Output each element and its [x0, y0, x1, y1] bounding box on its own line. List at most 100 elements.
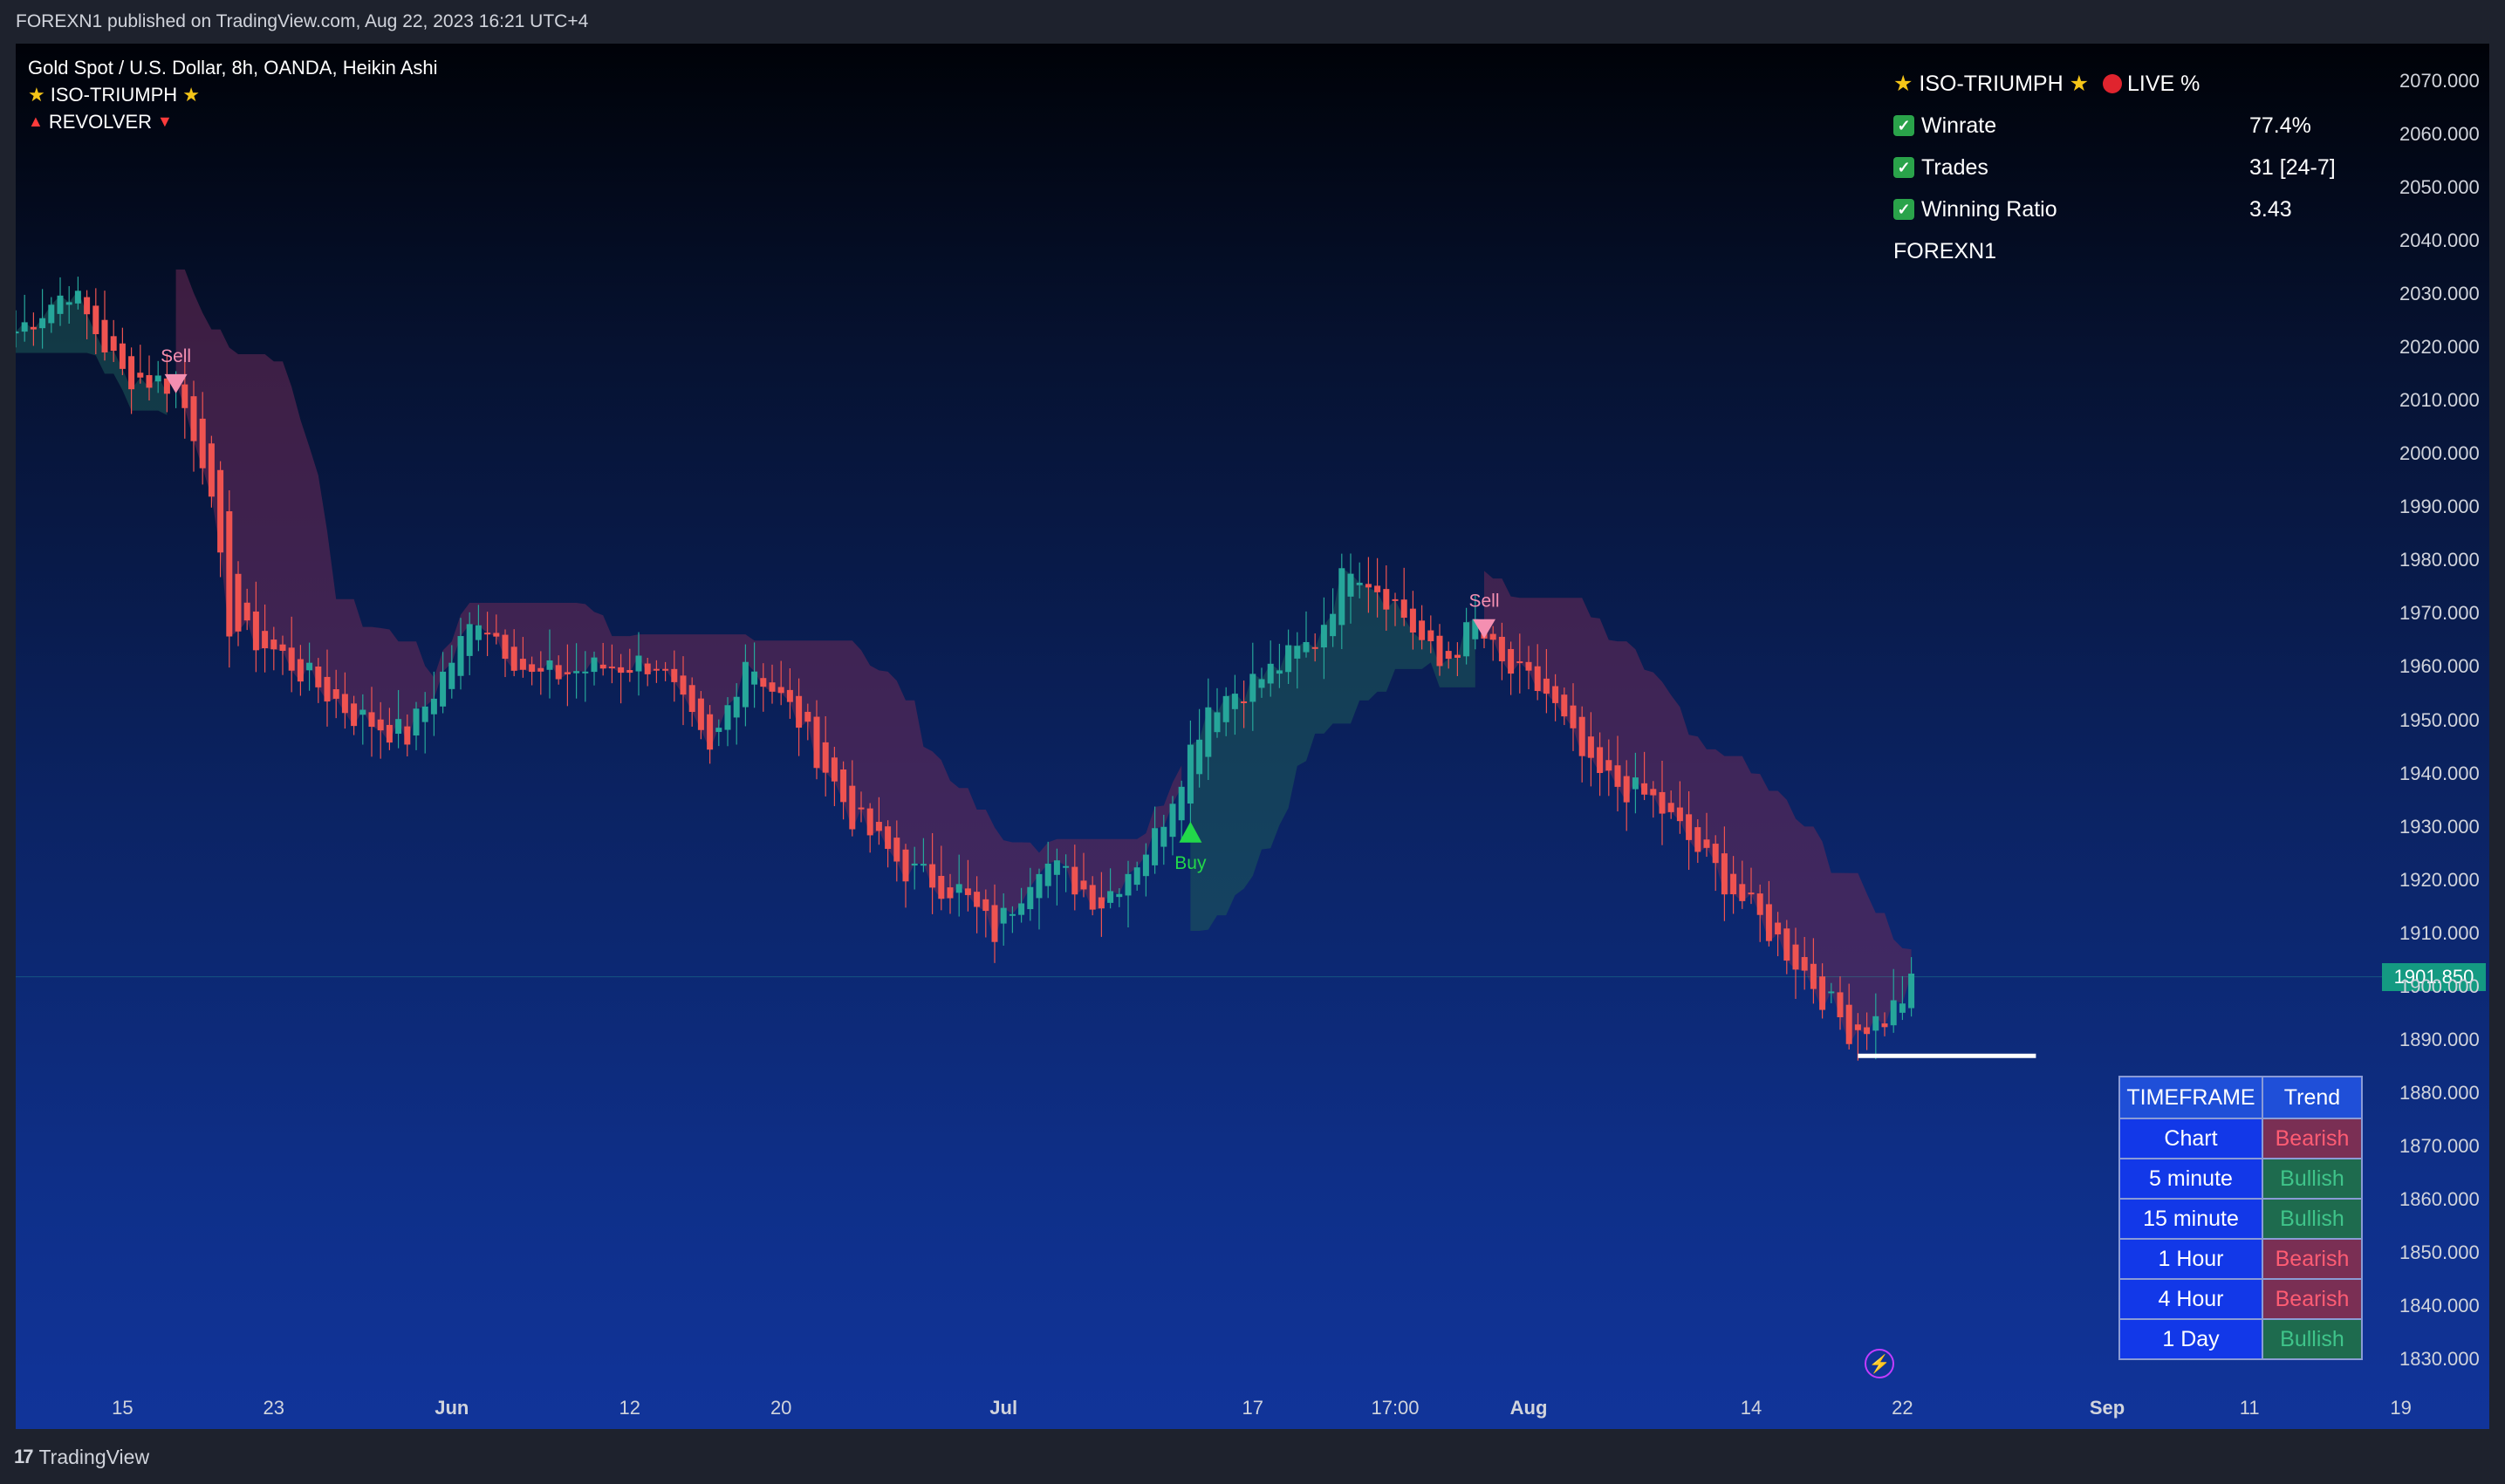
candle-body	[618, 667, 625, 674]
candle-body	[831, 757, 838, 782]
candle-body	[751, 671, 758, 685]
candle-body	[1587, 736, 1594, 758]
brand-name[interactable]: TradingView	[38, 1446, 149, 1469]
candle-body	[1489, 633, 1496, 640]
stats-row: ✓ Trades 31 [24-7]	[1893, 147, 2336, 188]
candle-body	[395, 719, 402, 735]
candle-body	[243, 602, 250, 621]
candle-body	[1552, 686, 1559, 703]
price-tick-label: 2000.000	[2399, 442, 2480, 465]
candle-body	[181, 384, 188, 408]
candle-body	[39, 318, 46, 329]
candle-body	[502, 634, 509, 660]
candle-body	[1009, 913, 1016, 916]
candle-body	[724, 705, 731, 730]
candle-body	[1498, 636, 1505, 661]
price-tick-label: 1870.000	[2399, 1135, 2480, 1158]
candle-body	[457, 636, 464, 676]
candle-body	[564, 672, 571, 674]
table-row: Chart Bearish	[2118, 1118, 2363, 1159]
time-tick-label: 17:00	[1371, 1397, 1420, 1419]
candle-body	[226, 511, 233, 637]
price-tick-label: 1980.000	[2399, 549, 2480, 571]
candle-body	[1721, 853, 1728, 895]
candle-body	[1641, 783, 1648, 795]
table-row: 1 Hour Bearish	[2118, 1238, 2363, 1280]
candle-body	[964, 888, 971, 895]
time-tick-label: 15	[112, 1397, 133, 1419]
time-tick-label: Jun	[435, 1397, 469, 1419]
candle-body	[1152, 828, 1159, 865]
candle-body	[1142, 854, 1149, 877]
lightning-icon[interactable]: ⚡	[1865, 1349, 1894, 1378]
candle-body	[1347, 573, 1354, 597]
candle-body	[1303, 641, 1310, 653]
candle-body	[885, 826, 892, 849]
candle-body	[635, 655, 642, 672]
candle-body	[119, 343, 126, 369]
price-tick-label: 2010.000	[2399, 389, 2480, 412]
candle-body	[1686, 814, 1693, 840]
price-tick-label: 1830.000	[2399, 1348, 2480, 1371]
candle-body	[1676, 807, 1683, 822]
candle-body	[1605, 760, 1612, 771]
candle-body	[671, 668, 678, 682]
candle-body	[1463, 622, 1470, 657]
candle-body	[448, 662, 455, 689]
trend-cell: Bearish	[2262, 1118, 2363, 1159]
candle-body	[777, 687, 784, 694]
candle-body	[404, 726, 411, 745]
chart-pane[interactable]: Sell Buy Sell Gold Spot / U.S. Dollar, 8h,…	[16, 44, 2489, 1429]
candle-body	[955, 884, 962, 893]
star-icon: ★	[28, 84, 45, 106]
candle-body	[493, 633, 500, 637]
candle-body	[1899, 1003, 1906, 1013]
candle-body	[1214, 712, 1221, 733]
candle-body	[190, 396, 197, 441]
time-axis[interactable]: 15 23 Jun 12 20 Jul 17 17:00 Aug 14 22 Sep 11 19	[16, 1392, 2412, 1429]
candle-body	[306, 662, 313, 671]
candle-body	[1650, 789, 1657, 796]
candle-body	[902, 849, 909, 882]
candle-body	[1285, 645, 1292, 673]
candle-body	[1578, 716, 1585, 756]
tradingview-logo-icon[interactable]: 17	[14, 1446, 34, 1468]
live-dot-icon	[2103, 74, 2123, 93]
candle-body	[1392, 598, 1399, 601]
candle-body	[875, 822, 882, 831]
candle-body	[1187, 744, 1194, 804]
candle-body	[440, 671, 447, 707]
table-header: Trend	[2262, 1076, 2363, 1119]
candle-body	[297, 659, 304, 682]
candle-body	[804, 711, 811, 722]
triangle-down-icon: ▼	[157, 113, 173, 130]
candle-body	[279, 644, 286, 651]
price-tick-label: 2050.000	[2399, 175, 2480, 198]
legend-indicator-iso[interactable]: ★ ISO-TRIUMPH ★	[28, 81, 438, 108]
legend-symbol[interactable]: Gold Spot / U.S. Dollar, 8h, OANDA, Heik…	[28, 54, 438, 81]
bull-cloud	[16, 291, 168, 415]
candle-body	[74, 291, 81, 304]
candle-body	[48, 304, 55, 324]
candle-body	[1427, 630, 1434, 641]
legend-indicator-revolver[interactable]: ▲ REVOLVER ▼	[28, 108, 438, 135]
candle-body	[644, 663, 651, 674]
price-tick-label: 1840.000	[2399, 1295, 2480, 1317]
candle-body	[1089, 885, 1096, 910]
price-axis[interactable]: 1901.850 2070.000 2060.000 2050.000 2040.00…	[2382, 44, 2489, 1429]
candle-body	[270, 639, 277, 650]
candle-body	[1828, 991, 1835, 994]
stats-label: Winning Ratio	[1921, 196, 2057, 222]
price-tick-label: 2020.000	[2399, 336, 2480, 359]
candle-body	[813, 716, 820, 769]
candle-body	[1597, 747, 1604, 774]
candle-body	[1196, 739, 1203, 775]
table-row: 15 minute Bullish	[2118, 1198, 2363, 1240]
candle-body	[1125, 873, 1132, 896]
candle-body	[351, 703, 358, 727]
check-icon: ✓	[1893, 157, 1914, 178]
check-icon: ✓	[1893, 115, 1914, 136]
star-icon: ★	[1893, 72, 1913, 96]
price-tick-label: 2060.000	[2399, 122, 2480, 145]
candle-body	[84, 297, 91, 315]
